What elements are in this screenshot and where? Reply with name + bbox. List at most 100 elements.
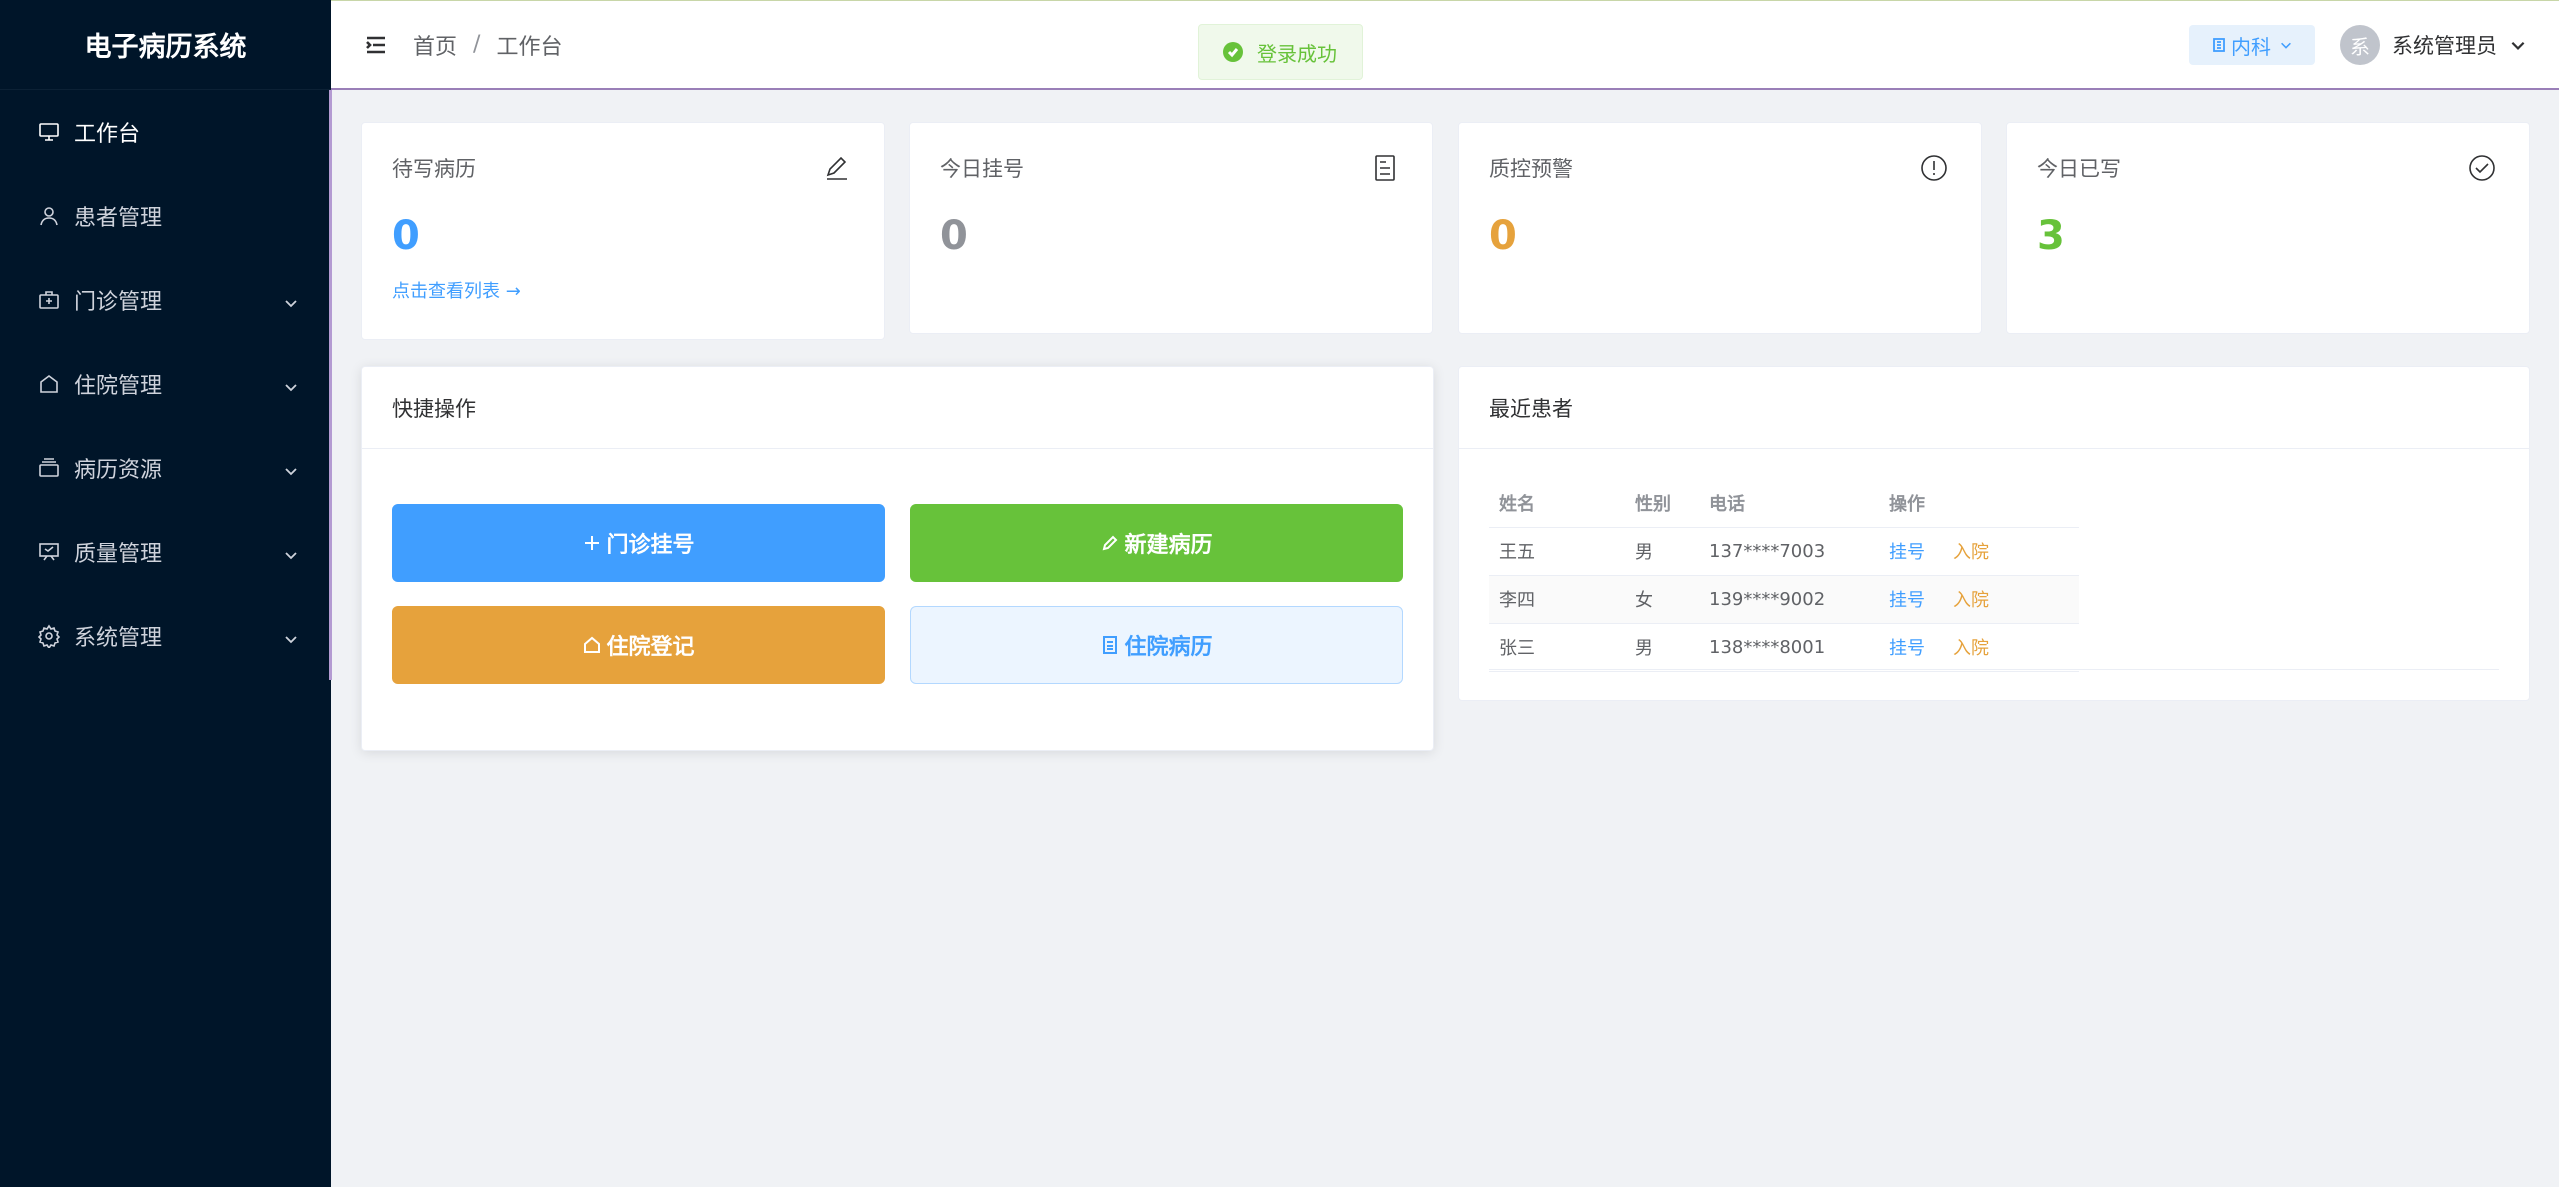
- recent-patients-table: 姓名 性别 电话 操作 王五 男 137****7003 挂号 入院 李四 女 1…: [1489, 479, 2079, 672]
- chevron-down-icon: [283, 292, 299, 308]
- first-aid-kit-icon: [36, 287, 62, 313]
- sidebar-item-system[interactable]: 系统管理: [0, 594, 331, 678]
- stat-value: 0: [392, 213, 420, 259]
- chevron-down-icon: [2281, 42, 2291, 49]
- patient-name: 张三: [1489, 623, 1625, 672]
- house-icon: [36, 371, 62, 397]
- new-record-button[interactable]: 新建病历: [910, 504, 1403, 582]
- column-header: 操作: [1879, 479, 2079, 528]
- column-header: 性别: [1625, 479, 1699, 528]
- sidebar-item-records[interactable]: 病历资源: [0, 426, 331, 510]
- sidebar: 电子病历系统 工作台 患者管理 门诊管理 住院管理 病历资源 质量管理 系统管理: [0, 0, 331, 1187]
- admit-link[interactable]: 入院: [1953, 542, 1989, 563]
- chevron-down-icon: [2511, 41, 2525, 50]
- department-label: 内科: [2231, 34, 2271, 59]
- plus-icon: [585, 536, 600, 550]
- toast-message: 登录成功: [1257, 41, 1337, 66]
- breadcrumb-home[interactable]: 首页: [413, 29, 457, 61]
- sidebar-resize-edge: [329, 90, 332, 680]
- app-logo-title: 电子病历系统: [0, 0, 331, 90]
- chevron-down-icon: [283, 376, 299, 392]
- sidebar-item-label: 门诊管理: [74, 290, 163, 315]
- building-icon: [2213, 38, 2225, 52]
- inpatient-record-button[interactable]: 住院病历: [910, 606, 1403, 684]
- recent-patients-panel: 最近患者 姓名 性别 电话 操作 王五 男 137****7003 挂号 入院 李…: [1458, 366, 2530, 701]
- table-row: 张三 男 138****8001 挂号 入院: [1489, 623, 2079, 672]
- department-selector[interactable]: 内科: [2189, 25, 2315, 65]
- chevron-down-icon: [283, 460, 299, 476]
- sidebar-item-label: 质量管理: [74, 542, 163, 567]
- patient-name: 李四: [1489, 575, 1625, 624]
- admit-link[interactable]: 入院: [1953, 590, 1989, 611]
- success-check-icon: [1223, 42, 1243, 62]
- stat-value: 0: [940, 213, 968, 259]
- inpatient-admission-button[interactable]: 住院登记: [392, 606, 885, 684]
- table-row: 李四 女 139****9002 挂号 入院: [1489, 575, 2079, 624]
- patient-actions: 挂号 入院: [1879, 575, 2079, 624]
- stat-value: 0: [1489, 213, 1517, 259]
- button-label: 门诊挂号: [606, 533, 695, 558]
- admit-link[interactable]: 入院: [1953, 638, 1989, 659]
- username: 系统管理员: [2392, 34, 2497, 58]
- patient-actions: 挂号 入院: [1879, 527, 2079, 576]
- files-icon: [36, 455, 62, 481]
- monitor-icon: [36, 119, 62, 145]
- table-header-row: 姓名 性别 电话 操作: [1489, 479, 2079, 528]
- gear-icon: [36, 623, 62, 649]
- button-label: 住院病历: [1124, 635, 1213, 660]
- document-icon: [1103, 636, 1118, 654]
- edit-pen-icon: [1103, 535, 1118, 551]
- patient-phone: 137****7003: [1699, 527, 1879, 576]
- register-link[interactable]: 挂号: [1889, 638, 1925, 659]
- view-list-link[interactable]: 点击查看列表 →: [392, 277, 854, 303]
- stat-card-today-written: 今日已写 3: [2006, 122, 2530, 334]
- patient-gender: 女: [1625, 575, 1699, 624]
- presentation-icon: [36, 539, 62, 565]
- sidebar-item-inpatient[interactable]: 住院管理: [0, 342, 331, 426]
- sidebar-item-label: 患者管理: [74, 206, 163, 231]
- login-success-toast: 登录成功: [1198, 24, 1363, 80]
- column-header: 姓名: [1489, 479, 1625, 528]
- chevron-down-icon: [283, 544, 299, 560]
- button-label: 住院登记: [606, 635, 695, 660]
- sidebar-item-quality[interactable]: 质量管理: [0, 510, 331, 594]
- document-icon: [1370, 153, 1400, 183]
- stat-card-pending-records: 待写病历 0 点击查看列表 →: [361, 122, 885, 340]
- patient-phone: 138****8001: [1699, 623, 1879, 672]
- register-link[interactable]: 挂号: [1889, 542, 1925, 563]
- sidebar-item-label: 系统管理: [74, 626, 163, 651]
- column-header: 电话: [1699, 479, 1879, 528]
- panel-title: 快捷操作: [362, 367, 1433, 449]
- panel-title: 最近患者: [1459, 367, 2529, 449]
- avatar: 系: [2340, 25, 2380, 65]
- sidebar-item-patients[interactable]: 患者管理: [0, 174, 331, 258]
- check-circle-icon: [2467, 153, 2497, 183]
- stat-card-today-registration: 今日挂号 0: [909, 122, 1433, 334]
- sidebar-item-label: 住院管理: [74, 374, 163, 399]
- stat-card-qc-warning: 质控预警 0: [1458, 122, 1982, 334]
- sidebar-item-workbench[interactable]: 工作台: [0, 90, 331, 174]
- table-row: 王五 男 137****7003 挂号 入院: [1489, 527, 2079, 576]
- user-icon: [36, 203, 62, 229]
- stat-label: 今日挂号: [940, 157, 1024, 181]
- patient-gender: 男: [1625, 527, 1699, 576]
- register-link[interactable]: 挂号: [1889, 590, 1925, 611]
- breadcrumb: 首页 / 工作台: [413, 29, 562, 61]
- sidebar-item-label: 工作台: [74, 122, 141, 147]
- sidebar-item-outpatient[interactable]: 门诊管理: [0, 258, 331, 342]
- stat-value: 3: [2037, 213, 2065, 259]
- user-menu[interactable]: 系 系统管理员: [2340, 25, 2527, 65]
- stat-label: 质控预警: [1489, 157, 1573, 181]
- breadcrumb-current: 工作台: [496, 34, 563, 60]
- button-label: 新建病历: [1124, 533, 1213, 558]
- outpatient-registration-button[interactable]: 门诊挂号: [392, 504, 885, 582]
- quick-actions-panel: 快捷操作 门诊挂号 新建病历 住院登记 住院病历: [361, 366, 1434, 751]
- patient-name: 王五: [1489, 527, 1625, 576]
- house-icon: [584, 636, 601, 653]
- sidebar-item-label: 病历资源: [74, 458, 163, 483]
- patient-phone: 139****9002: [1699, 575, 1879, 624]
- chevron-down-icon: [283, 628, 299, 644]
- menu-fold-icon[interactable]: [363, 32, 389, 58]
- warning-circle-icon: [1919, 153, 1949, 183]
- stat-label: 待写病历: [392, 157, 476, 181]
